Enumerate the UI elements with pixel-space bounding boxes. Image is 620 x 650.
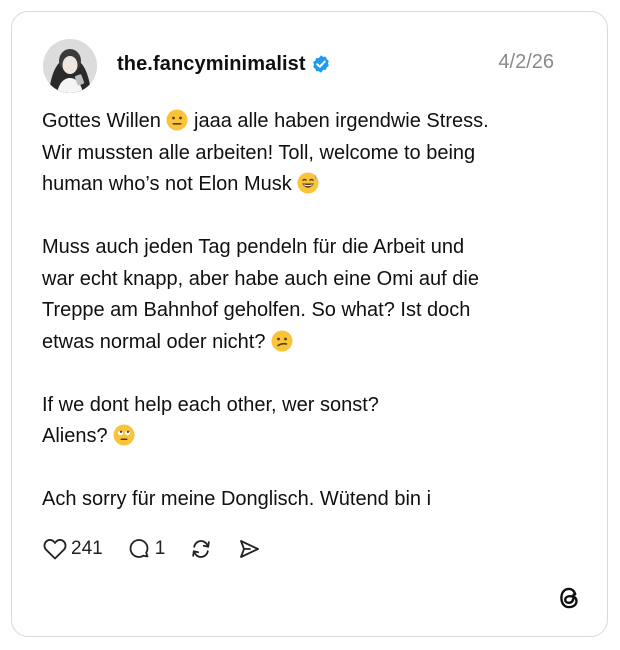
like-button[interactable]: 241 xyxy=(43,538,103,560)
text-line: human who’s not Elon Musk xyxy=(42,173,298,195)
comment-bubble-icon xyxy=(129,539,149,558)
avatar-photo xyxy=(43,39,97,93)
text-line: Wir mussten alle arbeiten! Toll, welcome… xyxy=(42,141,476,164)
post-date: 4/2/26 xyxy=(498,51,554,73)
repost-icon xyxy=(192,540,210,558)
paragraph: Ach sorry für meine Donglisch. Wütend bi… xyxy=(42,484,572,516)
share-button[interactable] xyxy=(237,537,261,561)
reply-count: 1 xyxy=(154,538,166,559)
grinning-sweat-emoji xyxy=(297,172,319,194)
text-line: jaaa alle haben irgendwie Stress. xyxy=(188,110,489,132)
eye-roll-emoji xyxy=(113,424,135,446)
threads-logo-icon xyxy=(560,587,578,609)
author-row: the.fancyminimalist xyxy=(117,50,331,78)
repost-button[interactable] xyxy=(189,537,213,561)
avatar[interactable] xyxy=(43,39,97,93)
confused-face-emoji xyxy=(271,330,293,351)
text-line: Aliens? xyxy=(42,425,114,447)
like-count: 241 xyxy=(71,538,103,559)
heart-icon xyxy=(43,539,67,560)
send-icon xyxy=(240,540,260,558)
action-bar: 241 1 xyxy=(43,536,285,562)
paragraph: If we dont help each other, wer sonst? A… xyxy=(42,390,572,453)
text-line: Gottes Willen xyxy=(42,110,167,132)
text-line: war echt knapp, aber habe auch eine Omi … xyxy=(42,267,479,290)
post-card: the.fancyminimalist 4/2/26 Gottes Willen… xyxy=(11,11,608,637)
verified-badge-icon xyxy=(312,55,329,73)
text-line: etwas normal oder nicht? xyxy=(42,330,272,353)
reply-button[interactable]: 1 xyxy=(127,537,166,561)
paragraph: Muss auch jeden Tag pendeln für die Arbe… xyxy=(42,232,572,358)
text-line: If we dont help each other, wer sonst? xyxy=(42,393,379,416)
username[interactable]: the.fancyminimalist xyxy=(117,53,306,76)
paragraph: Gottes Willen jaaa alle haben irgendwie … xyxy=(42,106,572,201)
post-body: Gottes Willen jaaa alle haben irgendwie … xyxy=(42,106,572,516)
text-line: Treppe am Bahnhof geholfen. So what? Ist… xyxy=(42,299,471,321)
text-line: Muss auch jeden Tag pendeln für die Arbe… xyxy=(42,236,465,258)
text-line: Ach sorry für meine Donglisch. Wütend bi… xyxy=(42,488,432,510)
neutral-face-emoji xyxy=(166,109,188,131)
